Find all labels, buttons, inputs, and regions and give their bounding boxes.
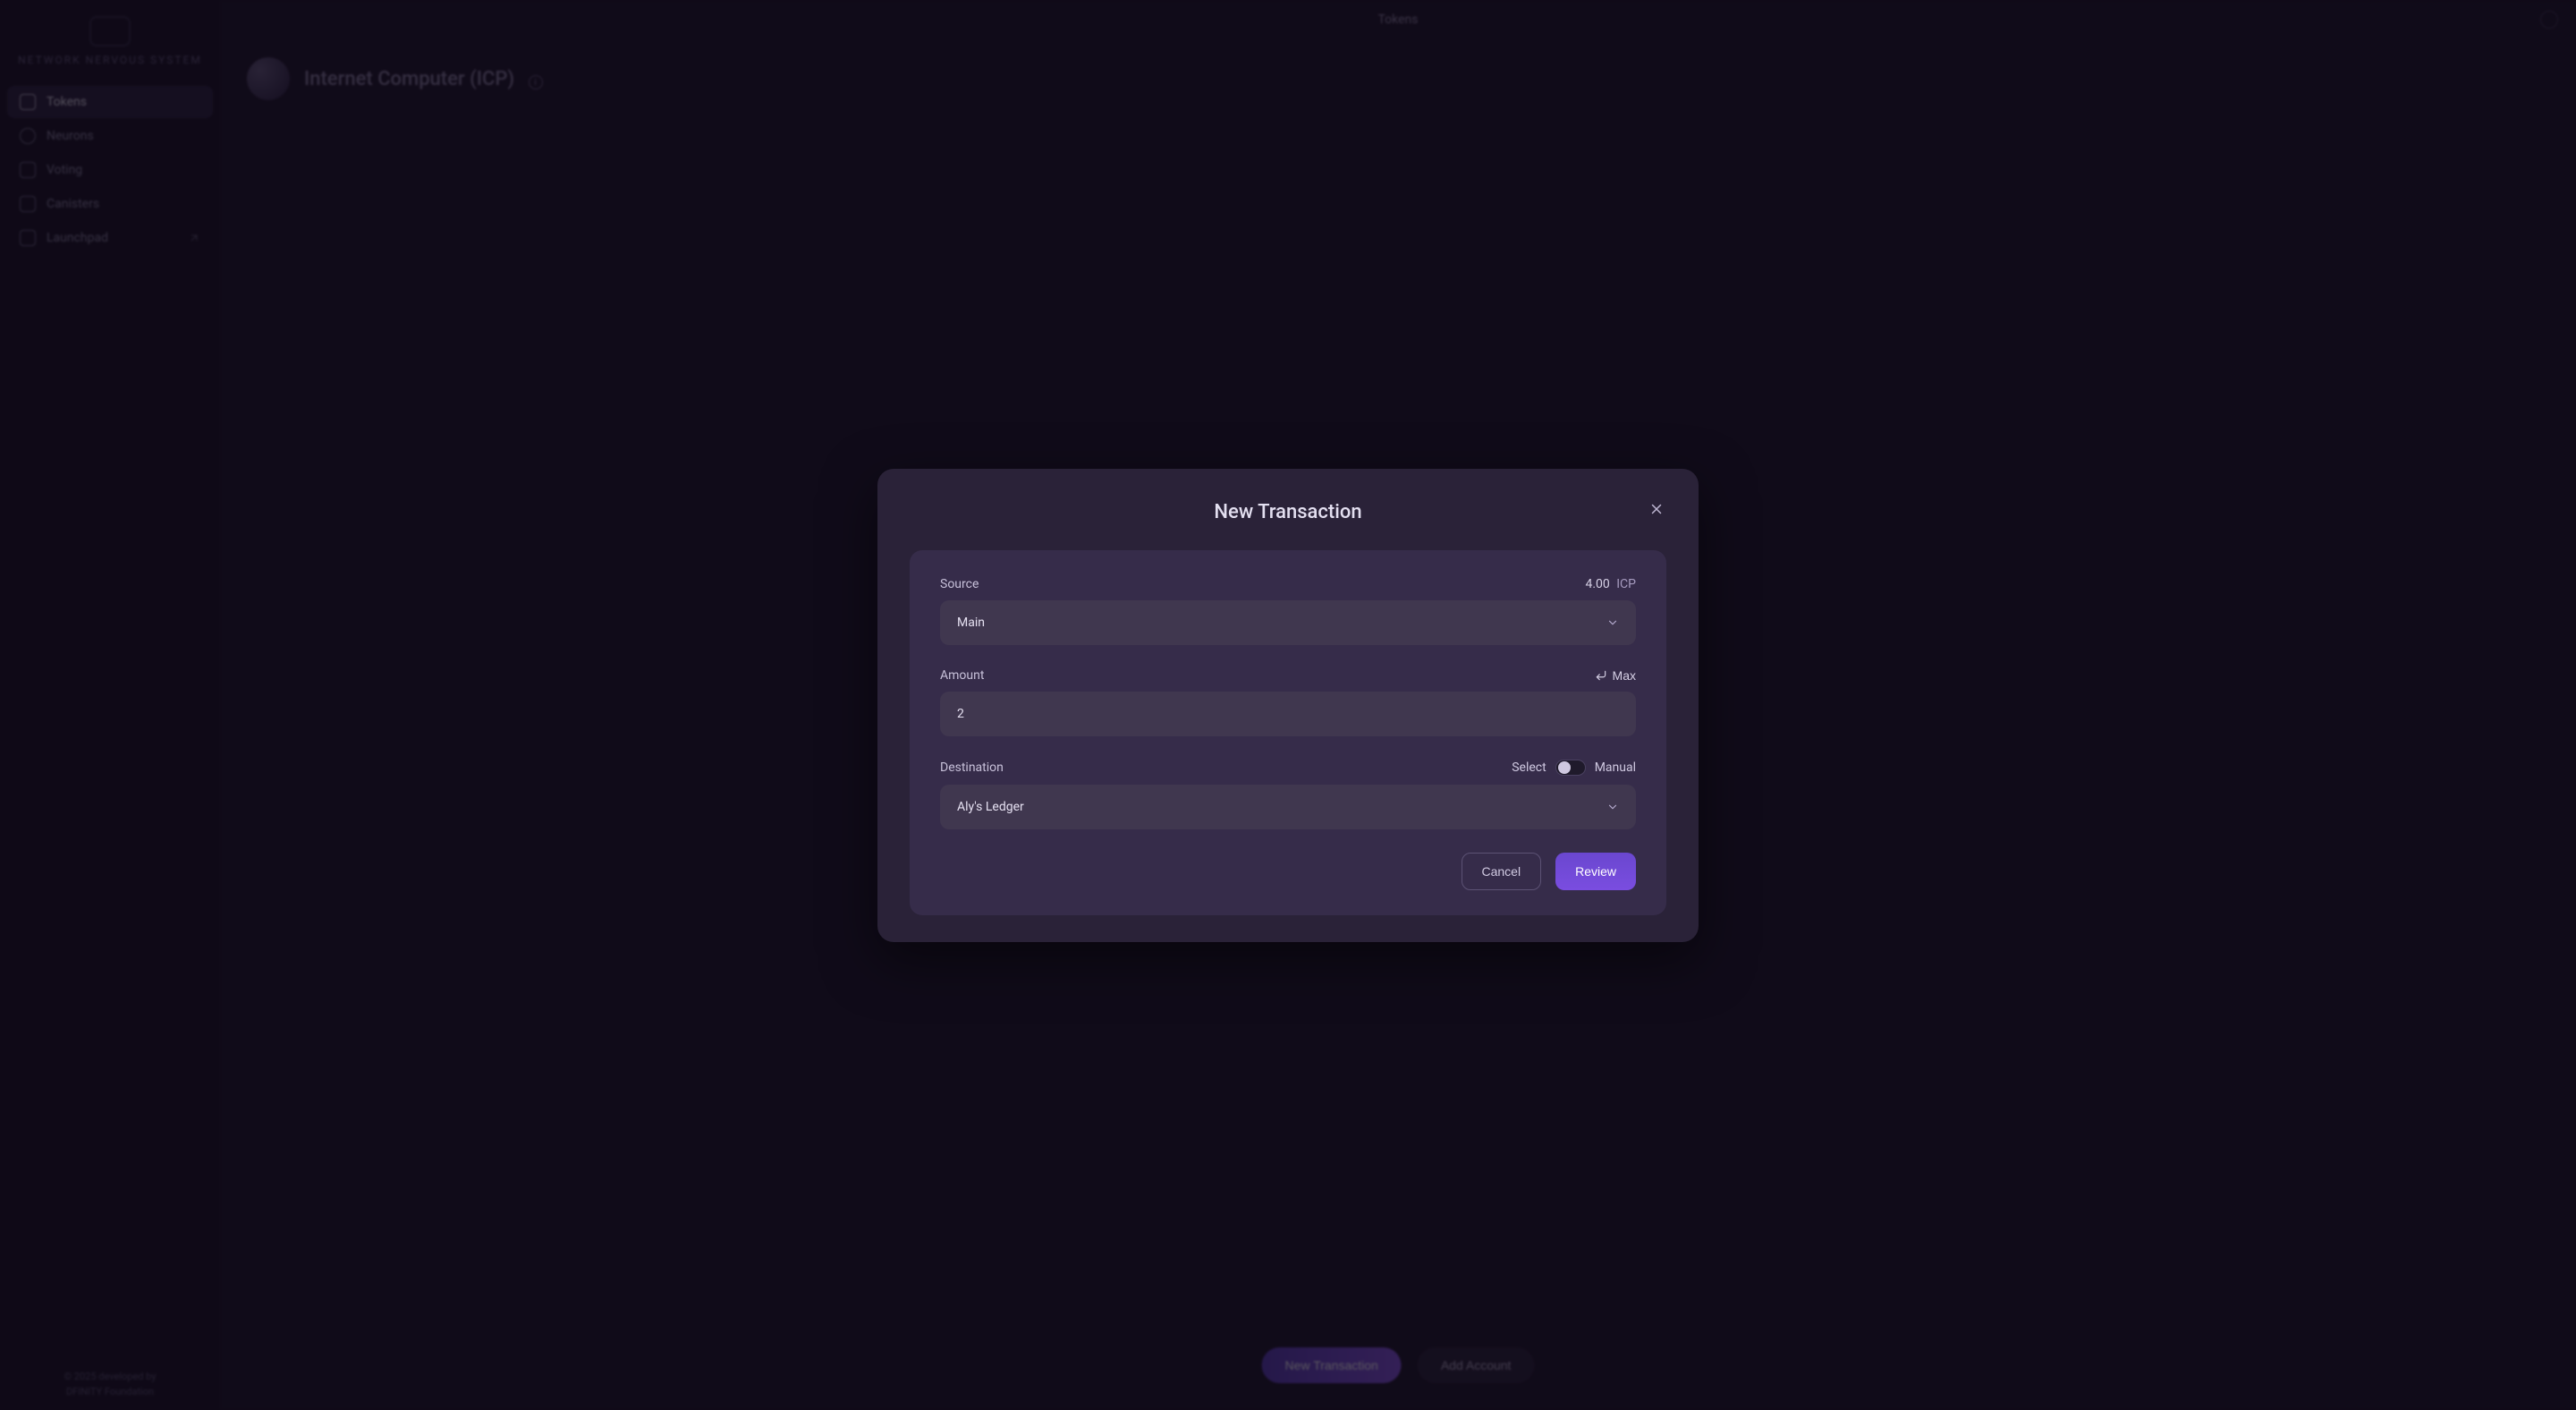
modal-panel: Source 4.00 ICP Main Amount xyxy=(910,550,1666,915)
destination-label: Destination xyxy=(940,760,1004,775)
max-button[interactable]: Max xyxy=(1595,668,1636,683)
source-select-value: Main xyxy=(957,616,985,630)
modal-header: New Transaction xyxy=(910,501,1666,523)
source-select[interactable]: Main xyxy=(940,600,1636,645)
modal-overlay[interactable]: New Transaction Source 4.00 ICP Main xyxy=(0,0,2576,1410)
max-button-label: Max xyxy=(1613,668,1636,683)
source-label: Source xyxy=(940,577,979,591)
source-balance-value: 4.00 xyxy=(1585,577,1609,591)
cancel-button[interactable]: Cancel xyxy=(1462,853,1542,890)
destination-select-value: Aly's Ledger xyxy=(957,800,1024,814)
amount-input-value: 2 xyxy=(957,707,964,721)
destination-group: Destination Select Manual Aly's Ledger xyxy=(940,760,1636,829)
close-button[interactable] xyxy=(1643,496,1670,522)
review-button[interactable]: Review xyxy=(1555,853,1636,890)
toggle-mode-select: Select xyxy=(1512,760,1546,775)
chevron-down-icon xyxy=(1606,616,1619,629)
source-group: Source 4.00 ICP Main xyxy=(940,577,1636,645)
amount-label: Amount xyxy=(940,668,984,683)
toggle-knob xyxy=(1558,761,1571,774)
new-transaction-modal: New Transaction Source 4.00 ICP Main xyxy=(877,469,1699,942)
destination-toggle[interactable] xyxy=(1555,760,1586,776)
close-icon xyxy=(1648,501,1665,517)
chevron-down-icon xyxy=(1606,801,1619,813)
amount-input[interactable]: 2 xyxy=(940,692,1636,736)
toggle-mode-manual: Manual xyxy=(1595,760,1636,775)
amount-group: Amount Max 2 xyxy=(940,668,1636,736)
enter-icon xyxy=(1595,669,1607,682)
destination-mode-toggle: Select Manual xyxy=(1512,760,1636,776)
modal-actions: Cancel Review xyxy=(940,853,1636,890)
source-balance: 4.00 ICP xyxy=(1585,577,1636,591)
modal-title: New Transaction xyxy=(910,501,1666,523)
destination-select[interactable]: Aly's Ledger xyxy=(940,785,1636,829)
source-balance-unit: ICP xyxy=(1616,577,1636,591)
